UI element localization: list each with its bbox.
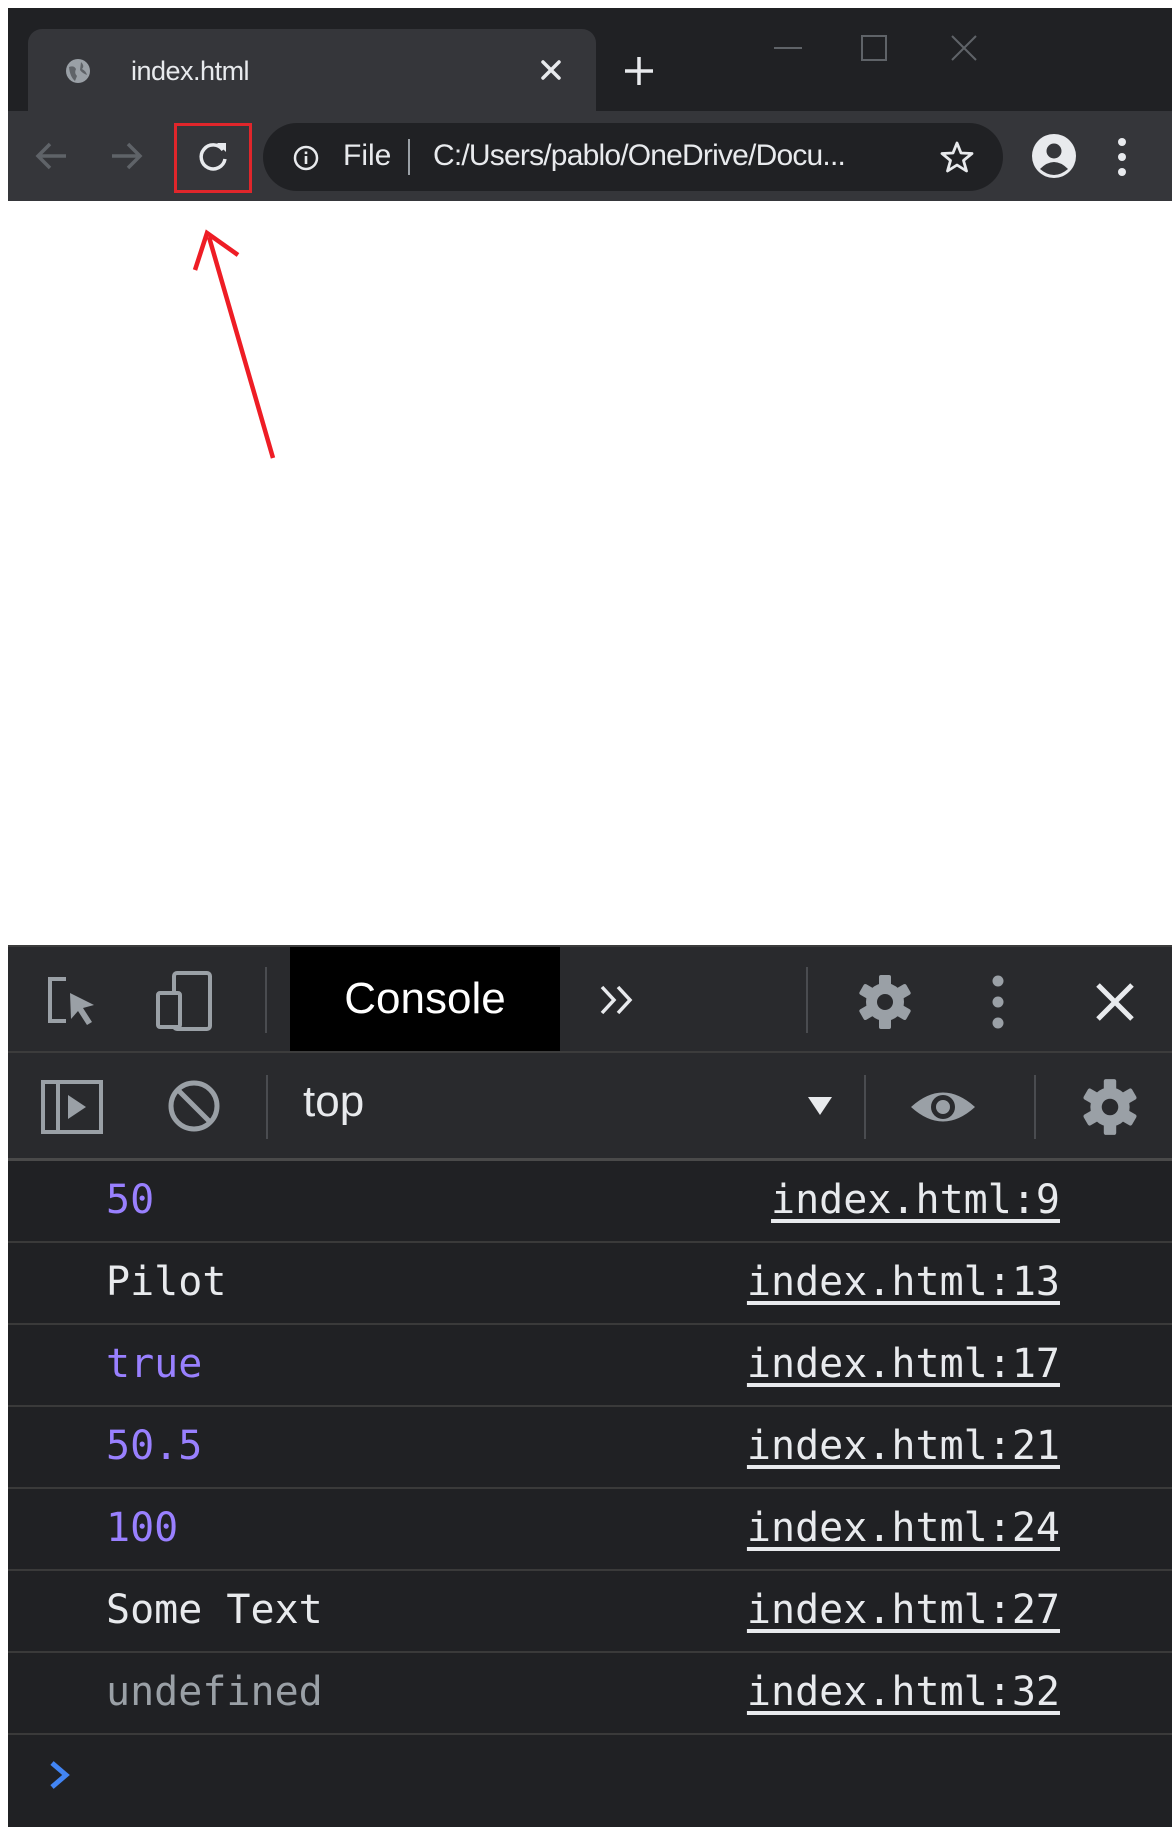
profile-icon[interactable]	[1031, 133, 1077, 179]
devtools-settings-icon[interactable]	[856, 973, 914, 1031]
log-message: undefined	[106, 1669, 323, 1715]
log-entry: Some Text index.html:27	[8, 1571, 1172, 1653]
log-source-link[interactable]: index.html:27	[747, 1587, 1060, 1633]
back-icon[interactable]	[32, 136, 72, 176]
log-message: true	[106, 1341, 203, 1387]
devtools-tabbar: Console	[8, 945, 1172, 1053]
new-tab-icon[interactable]	[622, 54, 656, 88]
log-entry: Pilot index.html:13	[8, 1243, 1172, 1325]
browser-toolbar: File C:/Users/pablo/OneDrive/Docu...	[8, 111, 1172, 201]
forward-icon[interactable]	[106, 136, 146, 176]
dropdown-arrow-icon[interactable]	[806, 1095, 834, 1117]
toolbar-divider	[1034, 1075, 1036, 1139]
log-message: 50.5	[106, 1423, 203, 1469]
log-message: 100	[106, 1505, 179, 1551]
log-entry: 50 index.html:9	[8, 1161, 1172, 1243]
window-close-icon[interactable]	[944, 28, 984, 68]
console-log: 50 index.html:9 Pilot index.html:13 true…	[8, 1161, 1172, 1819]
log-source-link[interactable]: index.html:9	[771, 1177, 1060, 1223]
device-toolbar-icon[interactable]	[154, 969, 218, 1033]
close-icon[interactable]	[538, 57, 564, 83]
log-message: Some Text	[106, 1587, 323, 1633]
log-source-link[interactable]: index.html:24	[747, 1505, 1060, 1551]
console-toolbar: top	[8, 1051, 1172, 1161]
log-message: 50	[106, 1177, 155, 1223]
url-text[interactable]: C:/Users/pablo/OneDrive/Docu...	[433, 139, 846, 173]
log-entry: undefined index.html:32	[8, 1653, 1172, 1735]
tab-title: index.html	[131, 56, 250, 86]
log-entry: 100 index.html:24	[8, 1489, 1172, 1571]
inspect-element-icon[interactable]	[46, 975, 104, 1029]
browser-tab[interactable]: index.html	[28, 29, 596, 111]
more-tabs-icon[interactable]	[598, 983, 636, 1017]
annotation-arrow	[192, 229, 276, 459]
minimize-icon[interactable]	[768, 28, 808, 68]
sidebar-toggle-icon[interactable]	[40, 1079, 104, 1135]
log-source-link[interactable]: index.html:21	[747, 1423, 1060, 1469]
more-icon[interactable]	[1115, 135, 1129, 179]
context-selector[interactable]: top	[303, 1077, 364, 1127]
toolbar-divider	[864, 1075, 866, 1139]
toolbar-divider	[266, 1075, 268, 1139]
prompt-chevron-icon	[50, 1761, 70, 1789]
toolbar-divider	[265, 967, 267, 1033]
log-entry: true index.html:17	[8, 1325, 1172, 1407]
maximize-icon[interactable]	[854, 28, 894, 68]
console-settings-icon[interactable]	[1080, 1077, 1140, 1137]
devtools-more-icon[interactable]	[990, 973, 1006, 1031]
address-bar[interactable]: File C:/Users/pablo/OneDrive/Docu...	[263, 123, 1003, 191]
console-prompt[interactable]	[8, 1735, 1172, 1819]
url-scheme-label: File	[343, 139, 392, 172]
clear-console-icon[interactable]	[166, 1078, 222, 1134]
tab-strip: index.html	[8, 8, 1172, 111]
reload-highlight-box	[174, 123, 252, 193]
log-source-link[interactable]: index.html:13	[747, 1259, 1060, 1305]
log-message: Pilot	[106, 1259, 227, 1305]
eye-icon[interactable]	[908, 1086, 978, 1128]
log-entry: 50.5 index.html:21	[8, 1407, 1172, 1489]
log-source-link[interactable]: index.html:17	[747, 1341, 1060, 1387]
browser-window: index.html File C:/Users/pablo/OneDrive/…	[8, 8, 1172, 1827]
url-separator	[408, 139, 410, 175]
log-source-link[interactable]: index.html:32	[747, 1669, 1060, 1715]
tab-console[interactable]: Console	[290, 947, 560, 1051]
devtools-close-icon[interactable]	[1093, 980, 1137, 1024]
toolbar-divider	[806, 967, 808, 1033]
info-icon[interactable]	[293, 145, 319, 171]
star-icon[interactable]	[939, 139, 975, 175]
globe-icon	[66, 59, 90, 83]
page-viewport	[8, 201, 1172, 945]
